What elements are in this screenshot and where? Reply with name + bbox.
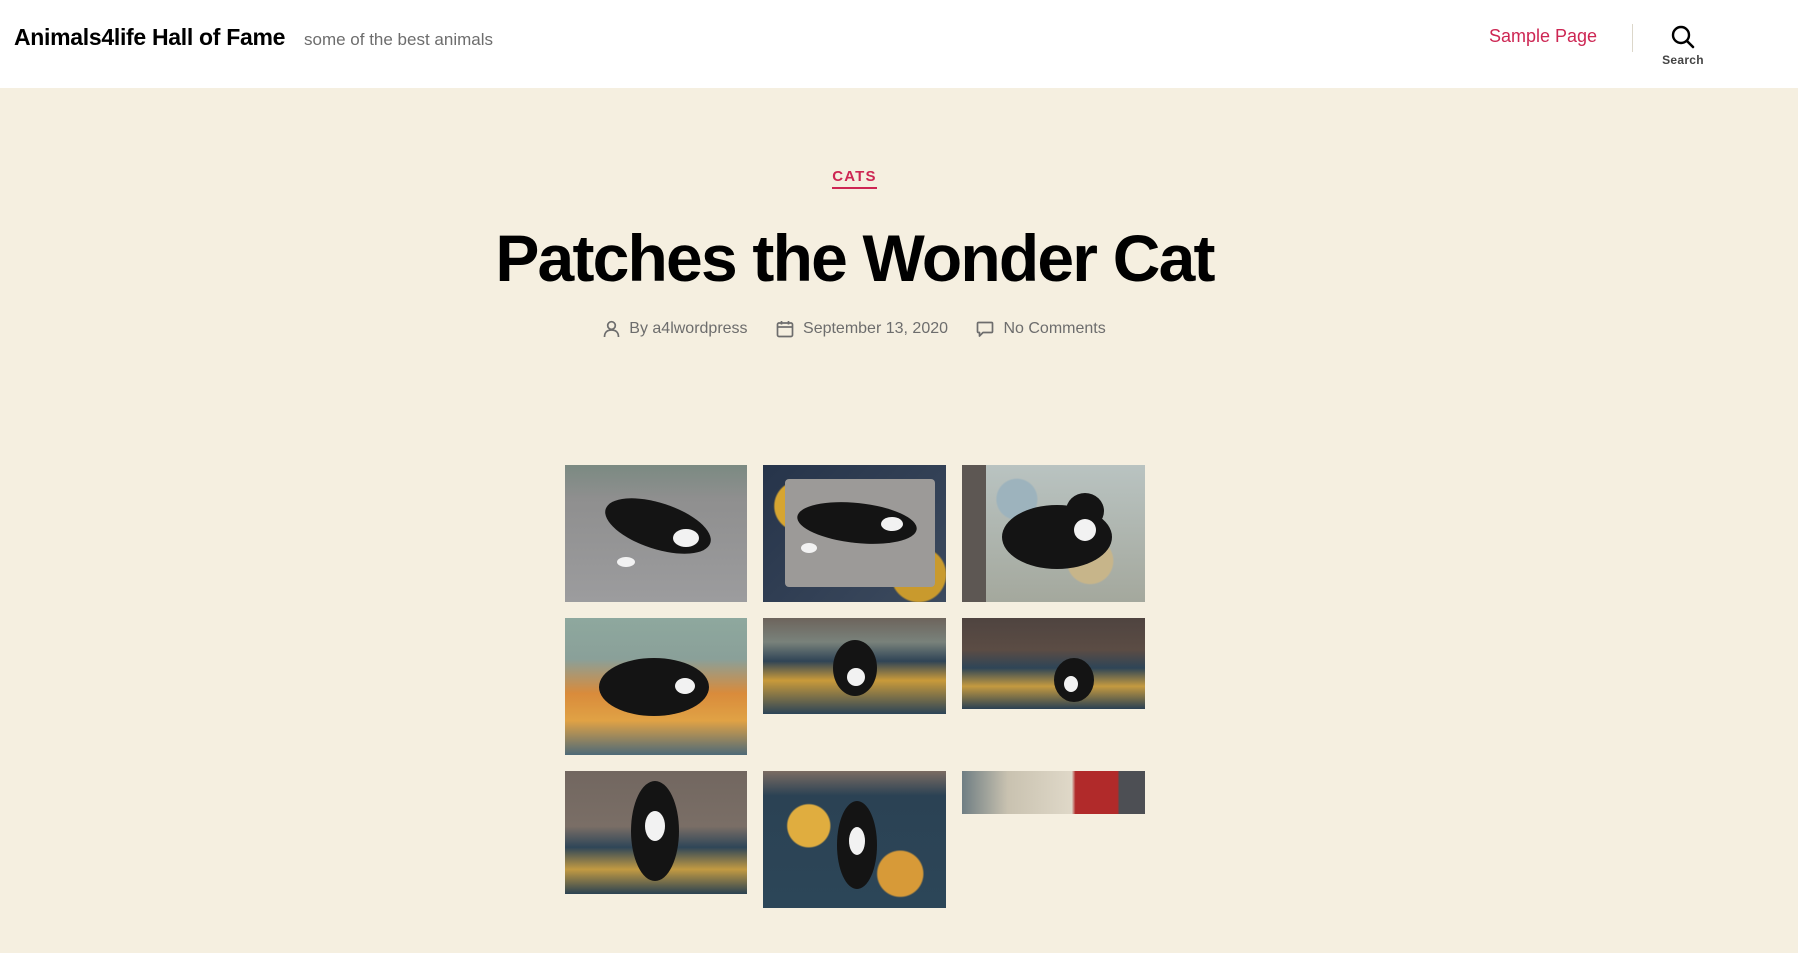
post-comments-link[interactable]: No Comments xyxy=(1003,320,1105,338)
comment-icon xyxy=(977,321,994,337)
search-toggle-button[interactable]: Search xyxy=(1650,24,1716,74)
post-author: By a4lwordpress xyxy=(603,320,748,338)
nav-link-sample-page[interactable]: Sample Page xyxy=(1489,26,1597,47)
gallery-image-4[interactable] xyxy=(565,618,747,755)
gallery-image-7[interactable] xyxy=(565,771,747,894)
post-category: CATS xyxy=(0,168,1709,189)
search-icon xyxy=(1671,25,1695,49)
site-title[interactable]: Animals4life Hall of Fame xyxy=(14,24,285,51)
calendar-icon xyxy=(776,321,794,338)
gallery-image-6[interactable] xyxy=(962,618,1145,709)
post-meta: By a4lwordpress September 13, 2020 No Co… xyxy=(0,320,1709,343)
site-header: Animals4life Hall of Fame some of the be… xyxy=(0,0,1798,88)
category-link-cats[interactable]: CATS xyxy=(832,168,877,189)
gallery-image-1[interactable] xyxy=(565,465,747,602)
site-description: some of the best animals xyxy=(304,30,493,49)
post-author-link[interactable]: By a4lwordpress xyxy=(629,320,747,338)
gallery-image-5[interactable] xyxy=(763,618,946,714)
gallery-image-8[interactable] xyxy=(763,771,946,908)
author-icon xyxy=(603,320,620,338)
search-label: Search xyxy=(1662,53,1704,67)
gallery-image-2[interactable] xyxy=(763,465,946,602)
post-comments: No Comments xyxy=(976,320,1106,338)
gallery-image-3[interactable] xyxy=(962,465,1145,602)
post-date-link[interactable]: September 13, 2020 xyxy=(803,320,948,338)
nav-divider xyxy=(1632,24,1633,52)
gallery-image-9[interactable] xyxy=(962,771,1145,814)
post-date: September 13, 2020 xyxy=(776,320,948,338)
post-title: Patches the Wonder Cat xyxy=(495,221,1215,295)
